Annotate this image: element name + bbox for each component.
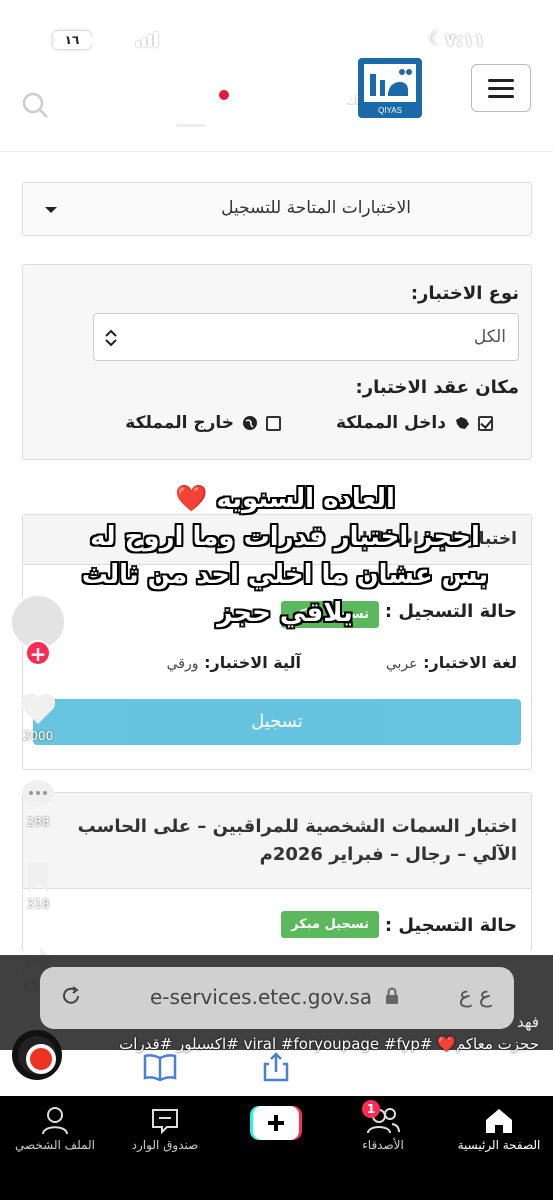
save-count: 318 — [26, 897, 50, 911]
hamburger-icon — [488, 78, 514, 82]
tab-home[interactable]: الصفحة الرئيسية — [449, 1104, 549, 1152]
url-text: e-services.etec.gov.sa — [150, 985, 372, 1009]
tab-home-label: الصفحة الرئيسية — [457, 1138, 541, 1152]
overlay-line-4: يلاقي حجز — [217, 598, 353, 628]
home-icon — [486, 1109, 512, 1133]
overlay-line-1: العاده السنويه — [216, 484, 395, 514]
profile-icon — [42, 1107, 68, 1135]
exam-card: اختبار السمات الشخصية للمراقبين – على ال… — [22, 792, 532, 952]
friends-badge: 1 — [362, 1100, 380, 1118]
inside-kingdom-checkbox[interactable] — [478, 415, 493, 431]
inside-kingdom-option[interactable]: داخل المملكة — [336, 413, 493, 433]
text-size-button[interactable]: ع ع — [459, 983, 492, 1008]
like-count: 2000 — [22, 729, 54, 743]
available-tests-label: الاختبارات المتاحة للتسجيل — [221, 198, 411, 218]
filter-panel: نوع الاختبار: الكل مكان عقد الاختبار: دا… — [22, 264, 532, 460]
bookmarks-icon[interactable] — [142, 1052, 178, 1082]
video-caption: حجزت معاكم❤️ #viral #foryoupage #fyp #اك… — [119, 1035, 539, 1053]
outside-kingdom-label: خارج المملكة — [125, 413, 234, 433]
qiyas-logo[interactable]: QIYAS — [358, 58, 422, 118]
outside-kingdom-option[interactable]: خارج المملكة — [125, 413, 281, 433]
music-disc-icon[interactable] — [12, 1030, 62, 1080]
exam-language: لغة الاختبار: عربي — [386, 653, 517, 672]
logo-text: QIYAS — [378, 106, 402, 115]
inbox-icon — [152, 1109, 178, 1135]
status-time: ٧:١١ — [444, 30, 485, 51]
status-badge: تسجيل مبكر — [281, 911, 379, 938]
bottom-tab-bar: الصفحة الرئيسية الأصدقاء 1 صندوق الوارد … — [0, 1096, 553, 1200]
updown-chevron-icon — [105, 329, 117, 347]
author-name[interactable]: فهد — [517, 1013, 539, 1031]
tab-friends[interactable]: الأصدقاء — [333, 1104, 433, 1152]
tab-friends-label: الأصدقاء — [362, 1138, 404, 1152]
tab-inbox-label: صندوق الوارد — [131, 1138, 199, 1152]
heart-emoji: ❤️ — [175, 484, 208, 514]
comment-action[interactable]: 288 — [8, 778, 68, 829]
language-label: لغة الاختبار: — [423, 653, 517, 672]
signal-icon — [136, 32, 158, 47]
moon-icon: ☾ — [427, 28, 445, 50]
status-bar: ☾ ٧:١١ ١٦ — [0, 0, 553, 56]
globe-icon — [243, 416, 257, 430]
follow-plus-icon[interactable]: + — [25, 640, 51, 666]
tab-underline — [176, 124, 206, 127]
saudi-map-icon — [456, 417, 469, 429]
overlay-line-2: احجز اختبار قدرات وما اروح له — [90, 522, 480, 552]
register-button[interactable]: تسجيل — [33, 699, 521, 745]
registration-status-label: حالة التسجيل : — [384, 915, 517, 936]
exam-mechanism: آلية الاختبار: ورقي — [167, 653, 301, 672]
overlay-line-3: بس عشان ما اخلي احد من ثالث — [81, 560, 489, 590]
app-header: متابعة | لك QIYAS — [0, 56, 553, 152]
tab-profile-label: الملف الشخصي — [15, 1138, 95, 1152]
lock-icon — [386, 987, 398, 1004]
inside-kingdom-label: داخل المملكة — [335, 413, 446, 433]
comment-icon — [22, 780, 54, 806]
battery-icon: ١٦ — [53, 31, 94, 49]
outside-kingdom-checkbox[interactable] — [266, 415, 281, 431]
menu-button[interactable] — [471, 64, 531, 112]
tab-inbox[interactable]: صندوق الوارد — [115, 1104, 215, 1152]
like-action[interactable]: 2000 — [8, 690, 68, 743]
live-indicator-dot — [219, 90, 229, 100]
heart-icon — [20, 693, 56, 724]
test-place-label: مكان عقد الاختبار: — [355, 377, 519, 398]
exam-title: اختبار السمات الشخصية للمراقبين – على ال… — [23, 793, 531, 889]
share-sheet-icon[interactable] — [258, 1052, 294, 1082]
mechanism-label: آلية الاختبار: — [204, 653, 301, 672]
language-value: عربي — [385, 656, 418, 672]
address-bar[interactable]: e-services.etec.gov.sa ع ع — [40, 967, 514, 1029]
mechanism-value: ورقي — [166, 656, 199, 672]
create-plus-button[interactable] — [250, 1106, 302, 1140]
available-tests-select[interactable]: الاختبارات المتاحة للتسجيل — [22, 182, 532, 236]
test-type-select[interactable]: الكل — [93, 313, 519, 361]
video-overlay-text: العاده السنويه ❤️ احجز اختبار قدرات وما … — [40, 480, 530, 632]
comment-count: 288 — [26, 815, 50, 829]
caret-down-icon — [45, 207, 57, 213]
test-type-label: نوع الاختبار: — [410, 283, 519, 304]
reload-icon[interactable] — [60, 985, 82, 1007]
bookmark-icon — [28, 862, 48, 892]
search-icon[interactable] — [20, 90, 50, 120]
tab-profile[interactable]: الملف الشخصي — [5, 1104, 105, 1152]
test-type-value: الكل — [473, 327, 506, 347]
wifi-icon — [100, 27, 122, 48]
save-action[interactable]: 318 — [8, 860, 68, 911]
